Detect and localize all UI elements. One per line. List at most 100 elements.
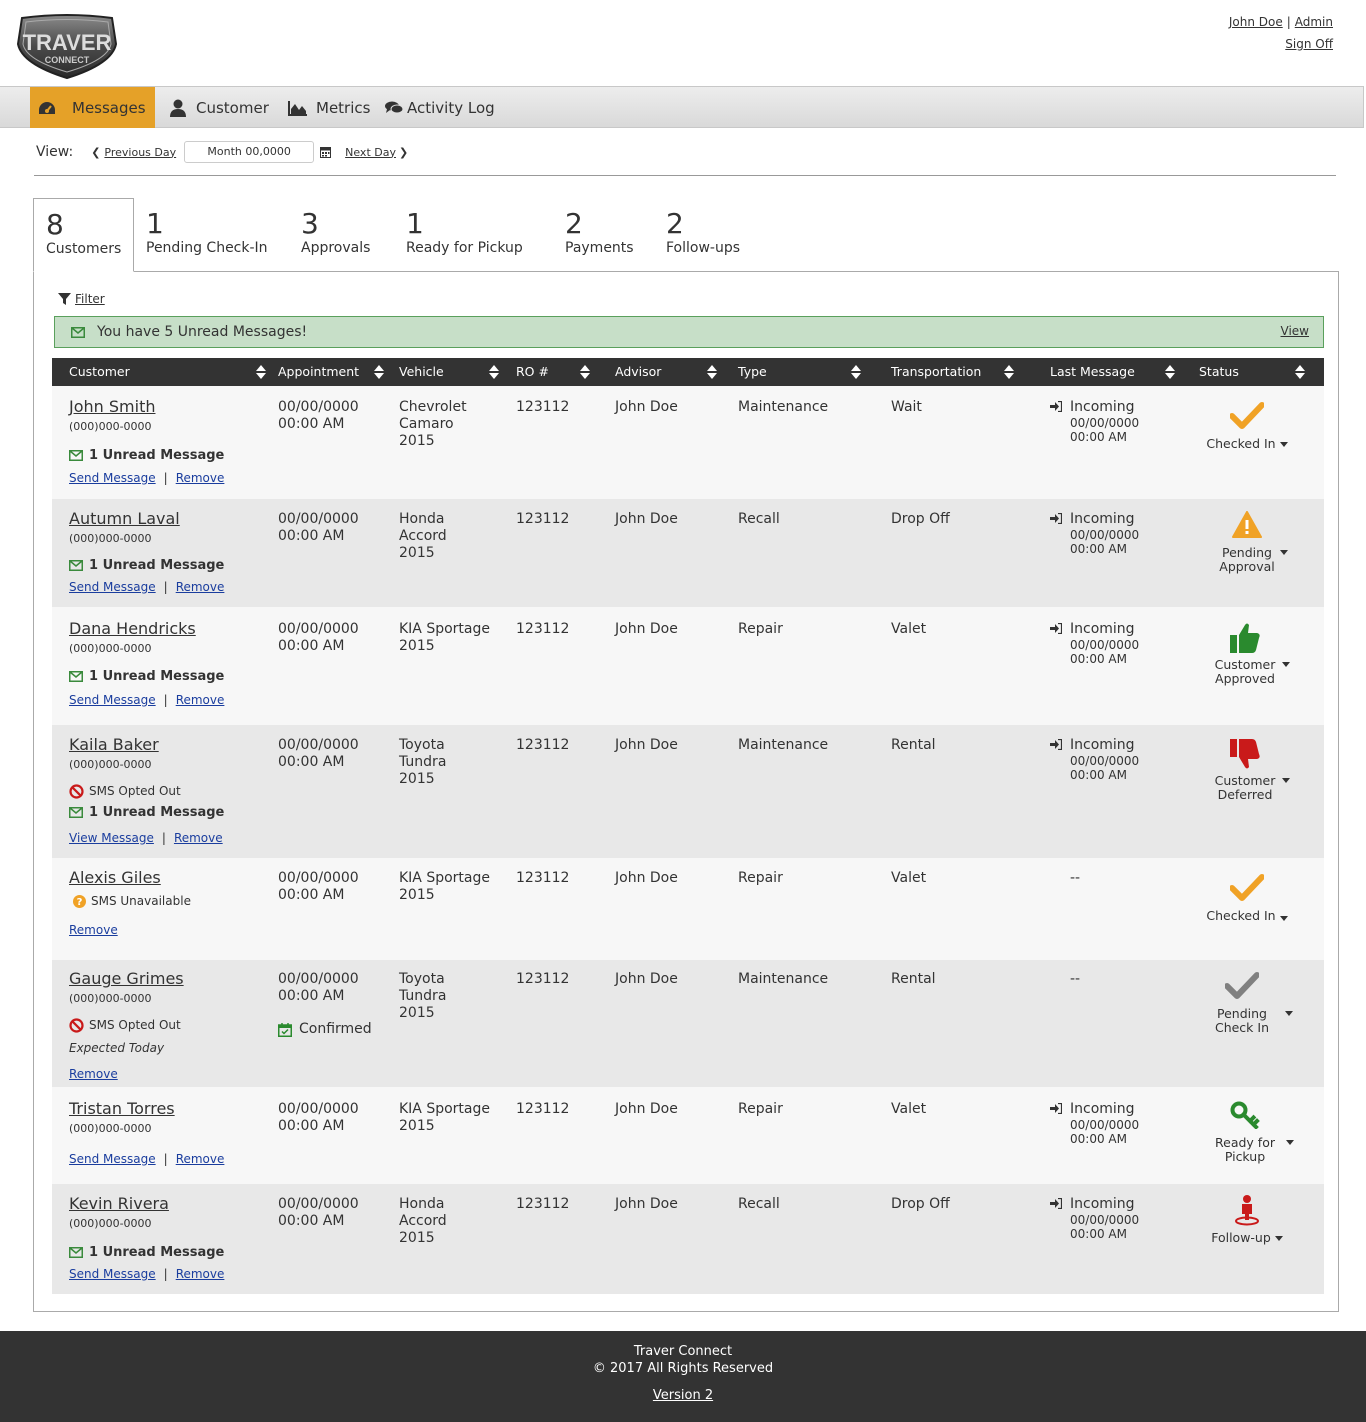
calendar-icon[interactable] (320, 146, 332, 158)
col-status[interactable]: Status (1199, 358, 1239, 386)
caret-down-icon[interactable] (1279, 442, 1288, 447)
last-message-date: 00/00/0000 (1070, 1213, 1140, 1227)
filter-link[interactable]: Filter (58, 292, 105, 306)
next-day-link[interactable]: Next Day (345, 146, 396, 159)
nav-metrics[interactable]: Metrics (288, 87, 370, 128)
last-message-direction: Incoming (1070, 399, 1135, 415)
warning-icon (1232, 511, 1262, 538)
tab-label: Customers (46, 241, 122, 257)
tab-pending-check-in[interactable]: 1 Pending Check-In (134, 198, 274, 272)
filter-icon (58, 293, 71, 305)
tab-approvals[interactable]: 3 Approvals (289, 198, 384, 272)
col-ro[interactable]: RO # (516, 358, 549, 386)
sort-icon[interactable] (256, 365, 266, 379)
sort-icon[interactable] (851, 365, 861, 379)
admin-link[interactable]: Admin (1295, 15, 1333, 29)
col-type[interactable]: Type (738, 358, 767, 386)
remove-link[interactable]: Remove (176, 1267, 225, 1281)
send-message-link[interactable]: Send Message (69, 1152, 156, 1166)
tab-ready-for-pickup[interactable]: 1 Ready for Pickup (394, 198, 534, 272)
vehicle-model: Camaro (399, 416, 454, 432)
sort-icon[interactable] (707, 365, 717, 379)
customer-name-link[interactable]: Autumn Laval (69, 510, 224, 527)
tab-count: 8 (46, 208, 64, 241)
view-message-link[interactable]: View Message (69, 831, 154, 845)
customer-name-link[interactable]: John Smith (69, 398, 224, 415)
caret-down-icon[interactable] (1279, 916, 1288, 921)
envelope-icon (69, 671, 83, 682)
status-label-line1: Pending (1222, 545, 1272, 560)
status-dropdown[interactable]: Follow-up (1192, 1194, 1302, 1245)
send-message-link[interactable]: Send Message (69, 1267, 156, 1281)
table-row: Alexis Giles ? SMS Unavailable Remove 00… (52, 858, 1324, 960)
sort-icon[interactable] (580, 365, 590, 379)
customer-name-link[interactable]: Tristan Torres (69, 1100, 224, 1117)
ban-icon (69, 1018, 84, 1033)
status-dropdown[interactable]: Pending Approval (1192, 511, 1302, 574)
remove-link[interactable]: Remove (176, 471, 225, 485)
nav-messages[interactable]: Messages (30, 87, 155, 128)
col-transportation[interactable]: Transportation (891, 358, 981, 386)
status-dropdown[interactable]: Checked In (1192, 874, 1302, 923)
sign-off-link[interactable]: Sign Off (1285, 37, 1333, 51)
unread-indicator: 1 Unread Message (69, 557, 224, 574)
col-customer[interactable]: Customer (69, 358, 130, 386)
caret-down-icon[interactable] (1274, 1236, 1283, 1241)
col-appointment[interactable]: Appointment (278, 358, 359, 386)
status-dropdown[interactable]: Pending Check In (1187, 972, 1297, 1035)
remove-link[interactable]: Remove (69, 923, 118, 937)
ro-number: 123112 (516, 511, 570, 527)
last-message: Incoming 00/00/0000 00:00 AM (1050, 1101, 1139, 1146)
sort-icon[interactable] (1004, 365, 1014, 379)
alert-view-link[interactable]: View (1281, 324, 1309, 338)
send-message-link[interactable]: Send Message (69, 693, 156, 707)
key-icon (1230, 1101, 1260, 1130)
caret-down-icon[interactable] (1280, 550, 1288, 555)
col-vehicle[interactable]: Vehicle (399, 358, 444, 386)
caret-down-icon[interactable] (1282, 778, 1290, 783)
sort-icon[interactable] (1295, 365, 1305, 379)
remove-link[interactable]: Remove (176, 1152, 225, 1166)
previous-day-link[interactable]: Previous Day (104, 146, 176, 159)
remove-link[interactable]: Remove (69, 1067, 118, 1081)
advisor: John Doe (615, 737, 678, 753)
remove-link[interactable]: Remove (176, 693, 225, 707)
footer-version-link[interactable]: Version 2 (0, 1388, 1366, 1403)
customer-name-link[interactable]: Alexis Giles (69, 869, 191, 886)
tab-customers[interactable]: 8 Customers (33, 198, 134, 272)
sort-icon[interactable] (1165, 365, 1175, 379)
send-message-link[interactable]: Send Message (69, 580, 156, 594)
status-dropdown[interactable]: Ready for Pickup (1190, 1101, 1300, 1164)
remove-link[interactable]: Remove (176, 580, 225, 594)
vehicle-model: KIA Sportage (399, 870, 490, 886)
col-advisor[interactable]: Advisor (615, 358, 661, 386)
footer-copyright: © 2017 All Rights Reserved (592, 1361, 774, 1376)
customer-name-link[interactable]: Gauge Grimes (69, 970, 184, 987)
date-input[interactable]: Month 00,0000 (184, 141, 315, 163)
sort-icon[interactable] (374, 365, 384, 379)
status-dropdown[interactable]: Customer Deferred (1190, 737, 1300, 802)
customer-name-link[interactable]: Kaila Baker (69, 736, 224, 753)
send-message-link[interactable]: Send Message (69, 471, 156, 485)
nav-activity-log[interactable]: Activity Log (385, 87, 495, 128)
caret-down-icon[interactable] (1282, 662, 1290, 667)
caret-down-icon[interactable] (1286, 1140, 1294, 1145)
table-row: Dana Hendricks (000)000-0000 1 Unread Me… (52, 607, 1324, 725)
customer-phone: (000)000-0000 (69, 420, 152, 433)
tab-follow-ups[interactable]: 2 Follow-ups (654, 198, 754, 272)
customer-name-link[interactable]: Dana Hendricks (69, 620, 224, 637)
unread-text: 1 Unread Message (89, 448, 225, 463)
traver-connect-logo[interactable]: TRAVER CONNECT (16, 14, 118, 80)
nav-customer[interactable]: Customer (170, 87, 269, 128)
sort-icon[interactable] (489, 365, 499, 379)
caret-down-icon[interactable] (1285, 1011, 1293, 1016)
remove-link[interactable]: Remove (174, 831, 223, 845)
status-label-line1: Customer (1214, 773, 1276, 788)
status-dropdown[interactable]: Customer Approved (1190, 621, 1300, 686)
status-dropdown[interactable]: Checked In (1192, 402, 1302, 451)
tab-payments[interactable]: 2 Payments (553, 198, 643, 272)
vehicle-year: 2015 (399, 887, 435, 903)
user-name-link[interactable]: John Doe (1229, 15, 1283, 29)
customer-name-link[interactable]: Kevin Rivera (69, 1195, 224, 1212)
col-last-message[interactable]: Last Message (1050, 358, 1135, 386)
